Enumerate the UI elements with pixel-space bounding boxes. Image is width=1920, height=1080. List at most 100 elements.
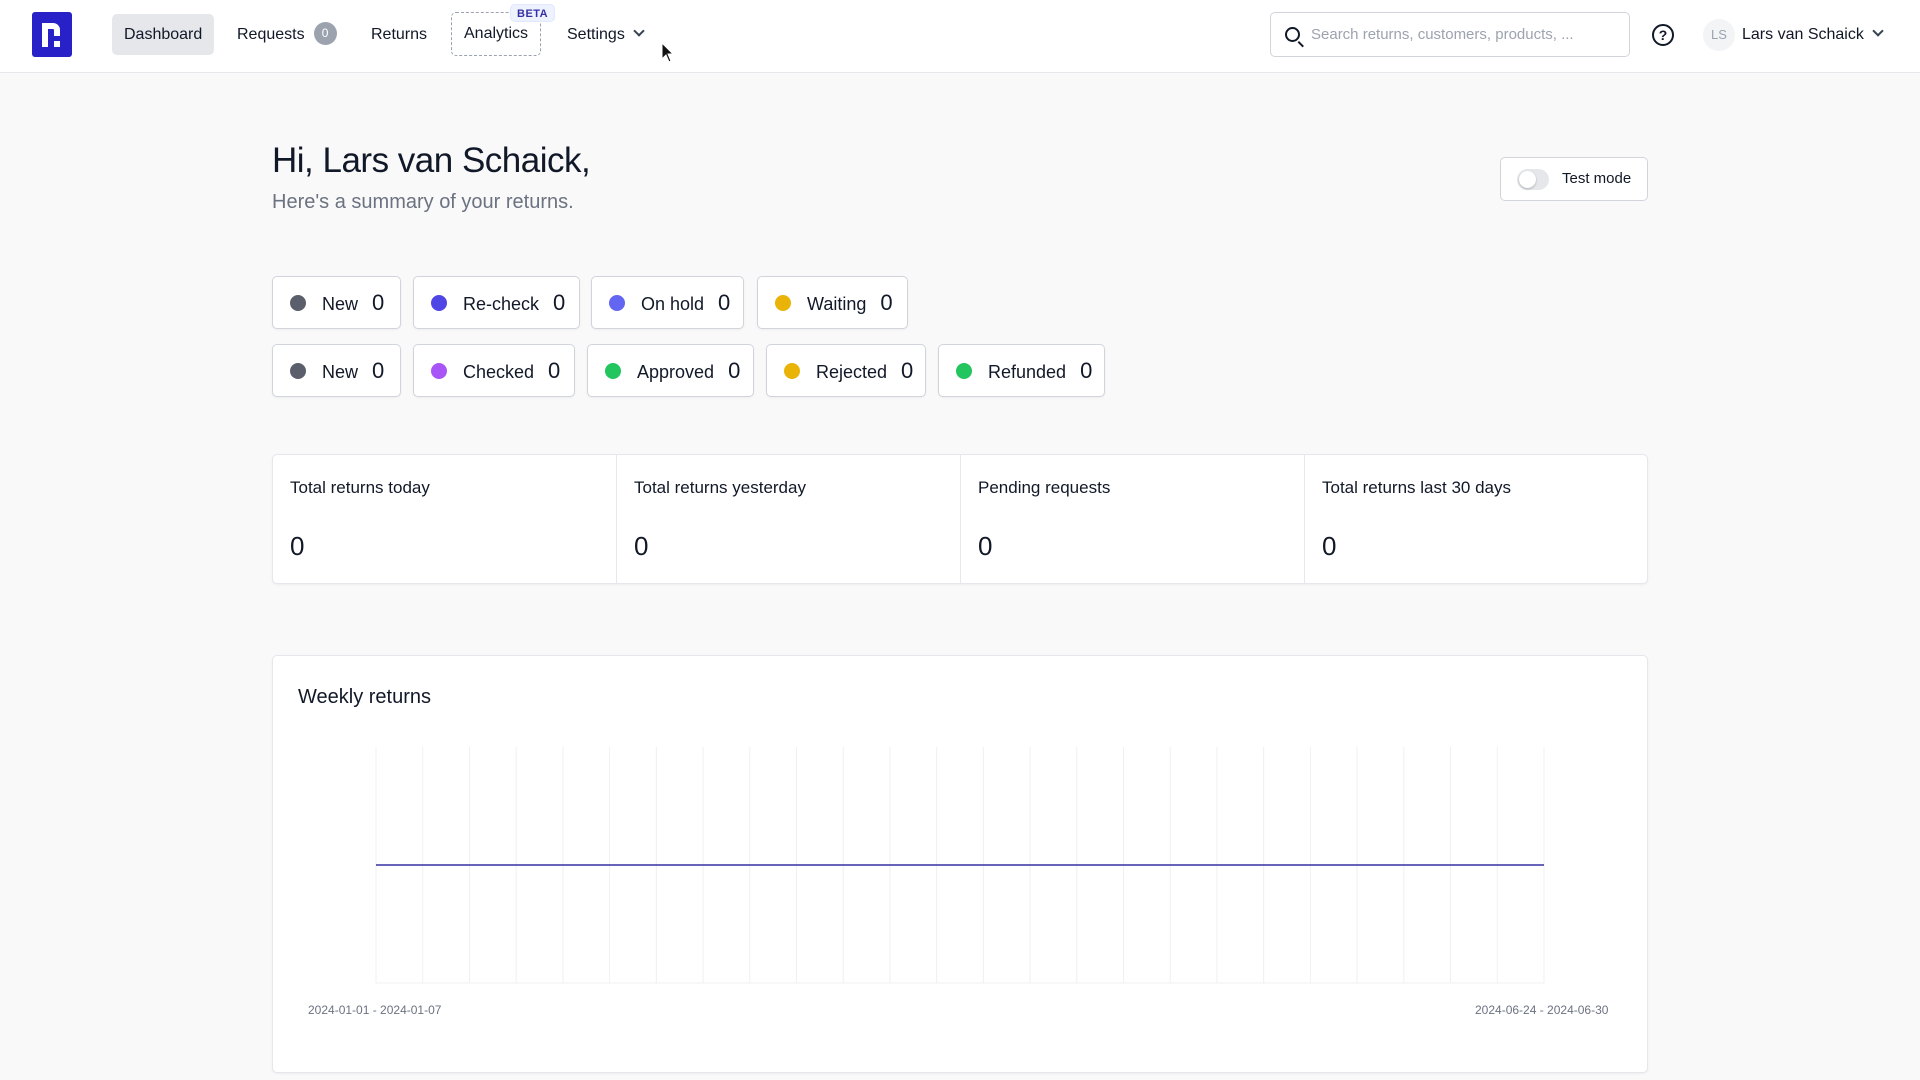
status-label: Checked xyxy=(463,362,535,382)
return-status-new[interactable]: New 0 xyxy=(272,344,401,397)
data-point[interactable] xyxy=(560,862,566,868)
data-point[interactable] xyxy=(1261,862,1267,868)
page-title: Hi, Lars van Schaick, xyxy=(272,141,591,180)
data-point[interactable] xyxy=(607,862,613,868)
test-mode-label: Test mode xyxy=(1562,170,1632,187)
requests-count-badge: 0 xyxy=(313,22,337,46)
data-point[interactable] xyxy=(980,862,986,868)
data-point[interactable] xyxy=(1494,862,1500,868)
stat-label: Total returns today xyxy=(290,478,430,497)
nav-requests-label: Requests xyxy=(237,26,305,43)
logo-icon[interactable] xyxy=(32,12,72,57)
search-icon xyxy=(1285,27,1300,42)
weekly-returns-card: Weekly returns 2024-01-01 - 2024-01-07 2… xyxy=(272,655,1648,1073)
status-dot xyxy=(956,363,972,380)
status-count: 0 xyxy=(901,358,914,383)
status-count: 0 xyxy=(728,358,741,383)
data-point[interactable] xyxy=(840,862,846,868)
nav-settings[interactable]: Settings xyxy=(555,14,655,55)
nav-requests[interactable]: Requests 0 xyxy=(225,14,349,55)
mouse-cursor-icon xyxy=(661,42,675,63)
status-dot xyxy=(290,295,306,312)
data-point[interactable] xyxy=(1541,862,1547,868)
data-point[interactable] xyxy=(934,862,940,868)
data-point[interactable] xyxy=(466,862,472,868)
request-status-re-check[interactable]: Re-check 0 xyxy=(413,276,580,329)
data-point[interactable] xyxy=(1167,862,1173,868)
x-axis-tick-label-last: 2024-06-24 - 2024-06-30 xyxy=(1475,1003,1609,1017)
return-status-approved[interactable]: Approved 0 xyxy=(587,344,754,397)
data-point[interactable] xyxy=(373,862,379,868)
stat-value: 0 xyxy=(978,531,993,561)
chevron-down-icon xyxy=(633,25,645,37)
stat-value: 0 xyxy=(634,531,649,561)
beta-badge: BETA xyxy=(510,4,556,22)
data-point[interactable] xyxy=(1354,862,1360,868)
status-dot xyxy=(784,363,800,380)
status-label: New xyxy=(322,362,359,382)
data-point[interactable] xyxy=(700,862,706,868)
status-count: 0 xyxy=(548,358,561,383)
request-status-new[interactable]: New 0 xyxy=(272,276,401,329)
stat-pending-requests: Pending requests 0 xyxy=(961,455,1305,583)
test-mode-toggle-button[interactable]: Test mode xyxy=(1500,157,1648,201)
status-label: Waiting xyxy=(807,294,867,314)
status-dot xyxy=(605,363,621,380)
status-count: 0 xyxy=(1080,358,1093,383)
stat-returns-30-days: Total returns last 30 days 0 xyxy=(1305,455,1649,583)
user-name: Lars van Schaick xyxy=(1742,26,1864,43)
status-dot xyxy=(431,295,447,312)
nav-returns[interactable]: Returns xyxy=(359,14,439,55)
x-axis-tick-label-first: 2024-01-01 - 2024-01-07 xyxy=(308,1003,442,1017)
user-menu[interactable]: Lars van Schaick xyxy=(1742,14,1884,55)
request-status-on-hold[interactable]: On hold 0 xyxy=(591,276,744,329)
stat-value: 0 xyxy=(290,531,305,561)
status-label: New xyxy=(322,294,359,314)
data-point[interactable] xyxy=(1074,862,1080,868)
status-dot xyxy=(431,363,447,380)
stat-label: Pending requests xyxy=(978,478,1111,497)
status-label: Rejected xyxy=(816,362,888,382)
stat-returns-yesterday: Total returns yesterday 0 xyxy=(617,455,961,583)
chevron-down-icon xyxy=(1872,25,1884,37)
help-icon[interactable]: ? xyxy=(1652,24,1674,46)
data-point[interactable] xyxy=(1401,862,1407,868)
data-point[interactable] xyxy=(1307,862,1313,868)
data-point[interactable] xyxy=(1027,862,1033,868)
status-count: 0 xyxy=(718,290,731,315)
status-dot xyxy=(290,363,306,380)
stat-value: 0 xyxy=(1322,531,1337,561)
nav-settings-label: Settings xyxy=(567,26,625,43)
request-status-waiting[interactable]: Waiting 0 xyxy=(757,276,908,329)
data-point[interactable] xyxy=(747,862,753,868)
data-point[interactable] xyxy=(1214,862,1220,868)
return-status-checked[interactable]: Checked 0 xyxy=(413,344,575,397)
stat-label: Total returns last 30 days xyxy=(1322,478,1511,497)
status-dot xyxy=(609,295,625,312)
search-box[interactable] xyxy=(1270,12,1630,57)
return-status-rejected[interactable]: Rejected 0 xyxy=(766,344,926,397)
status-label: Approved xyxy=(637,362,715,382)
status-dot xyxy=(775,295,791,312)
nav-dashboard[interactable]: Dashboard xyxy=(112,14,215,55)
data-point[interactable] xyxy=(887,862,893,868)
page-subtitle: Here's a summary of your returns. xyxy=(272,191,574,213)
search-input[interactable] xyxy=(1311,13,1621,56)
data-point[interactable] xyxy=(653,862,659,868)
data-point[interactable] xyxy=(513,862,519,868)
data-point[interactable] xyxy=(1448,862,1454,868)
status-count: 0 xyxy=(372,290,385,315)
data-point[interactable] xyxy=(793,862,799,868)
status-count: 0 xyxy=(553,290,566,315)
test-mode-switch[interactable] xyxy=(1517,169,1549,190)
status-label: Refunded xyxy=(988,362,1067,382)
status-count: 0 xyxy=(880,290,893,315)
data-point[interactable] xyxy=(1121,862,1127,868)
status-label: Re-check xyxy=(463,294,540,314)
avatar[interactable]: LS xyxy=(1703,19,1735,51)
data-point[interactable] xyxy=(420,862,426,868)
return-status-refunded[interactable]: Refunded 0 xyxy=(938,344,1105,397)
status-label: On hold xyxy=(641,294,705,314)
top-navigation-bar: Dashboard Requests 0 Returns Analytics BE… xyxy=(0,0,1920,73)
status-count: 0 xyxy=(372,358,385,383)
